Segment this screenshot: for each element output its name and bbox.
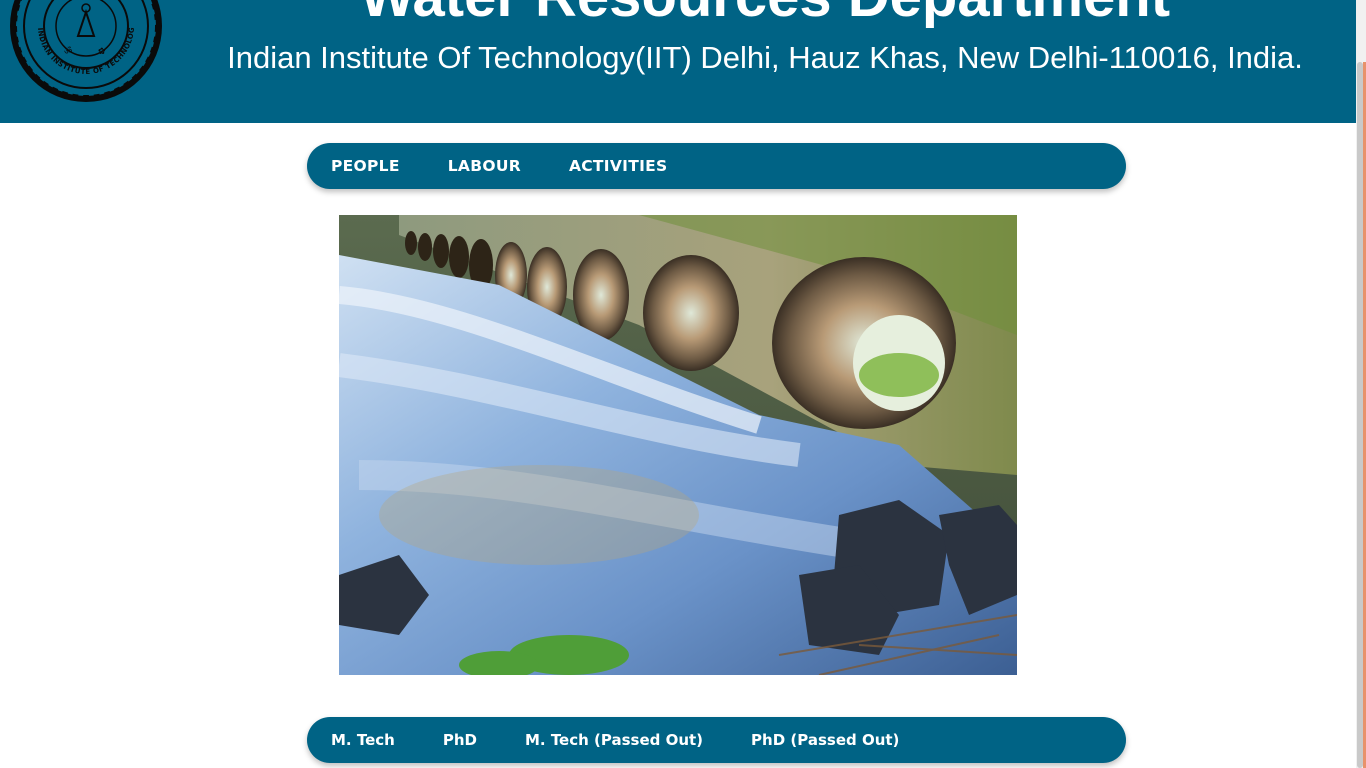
hero-image-culvert-river (339, 215, 1017, 675)
nav-item-mtech[interactable]: M. Tech (331, 731, 395, 749)
page-subtitle: Indian Institute Of Technology(IIT) Delh… (227, 40, 1303, 75)
programs-nav: M. Tech PhD M. Tech (Passed Out) PhD (Pa… (307, 717, 1126, 763)
vertical-scrollbar[interactable] (1356, 0, 1366, 768)
site-header: ॐ ✿ INDIAN INSTITUTE OF TECHNOLOGY DELHI… (0, 0, 1356, 123)
iit-delhi-logo[interactable]: ॐ ✿ INDIAN INSTITUTE OF TECHNOLOGY DELHI (8, 0, 164, 104)
nav-item-phd[interactable]: PhD (443, 731, 477, 749)
nav-item-labour[interactable]: LABOUR (448, 157, 521, 175)
main-nav: PEOPLE LABOUR ACTIVITIES (307, 143, 1126, 189)
page-title: Water Resources Department (220, 0, 1310, 27)
svg-text:✿: ✿ (98, 47, 106, 57)
nav-item-people[interactable]: PEOPLE (331, 157, 400, 175)
nav-item-phd-passed-out[interactable]: PhD (Passed Out) (751, 731, 899, 749)
svg-text:ॐ: ॐ (64, 46, 72, 57)
nav-item-mtech-passed-out[interactable]: M. Tech (Passed Out) (525, 731, 703, 749)
nav-item-activities[interactable]: ACTIVITIES (569, 157, 668, 175)
